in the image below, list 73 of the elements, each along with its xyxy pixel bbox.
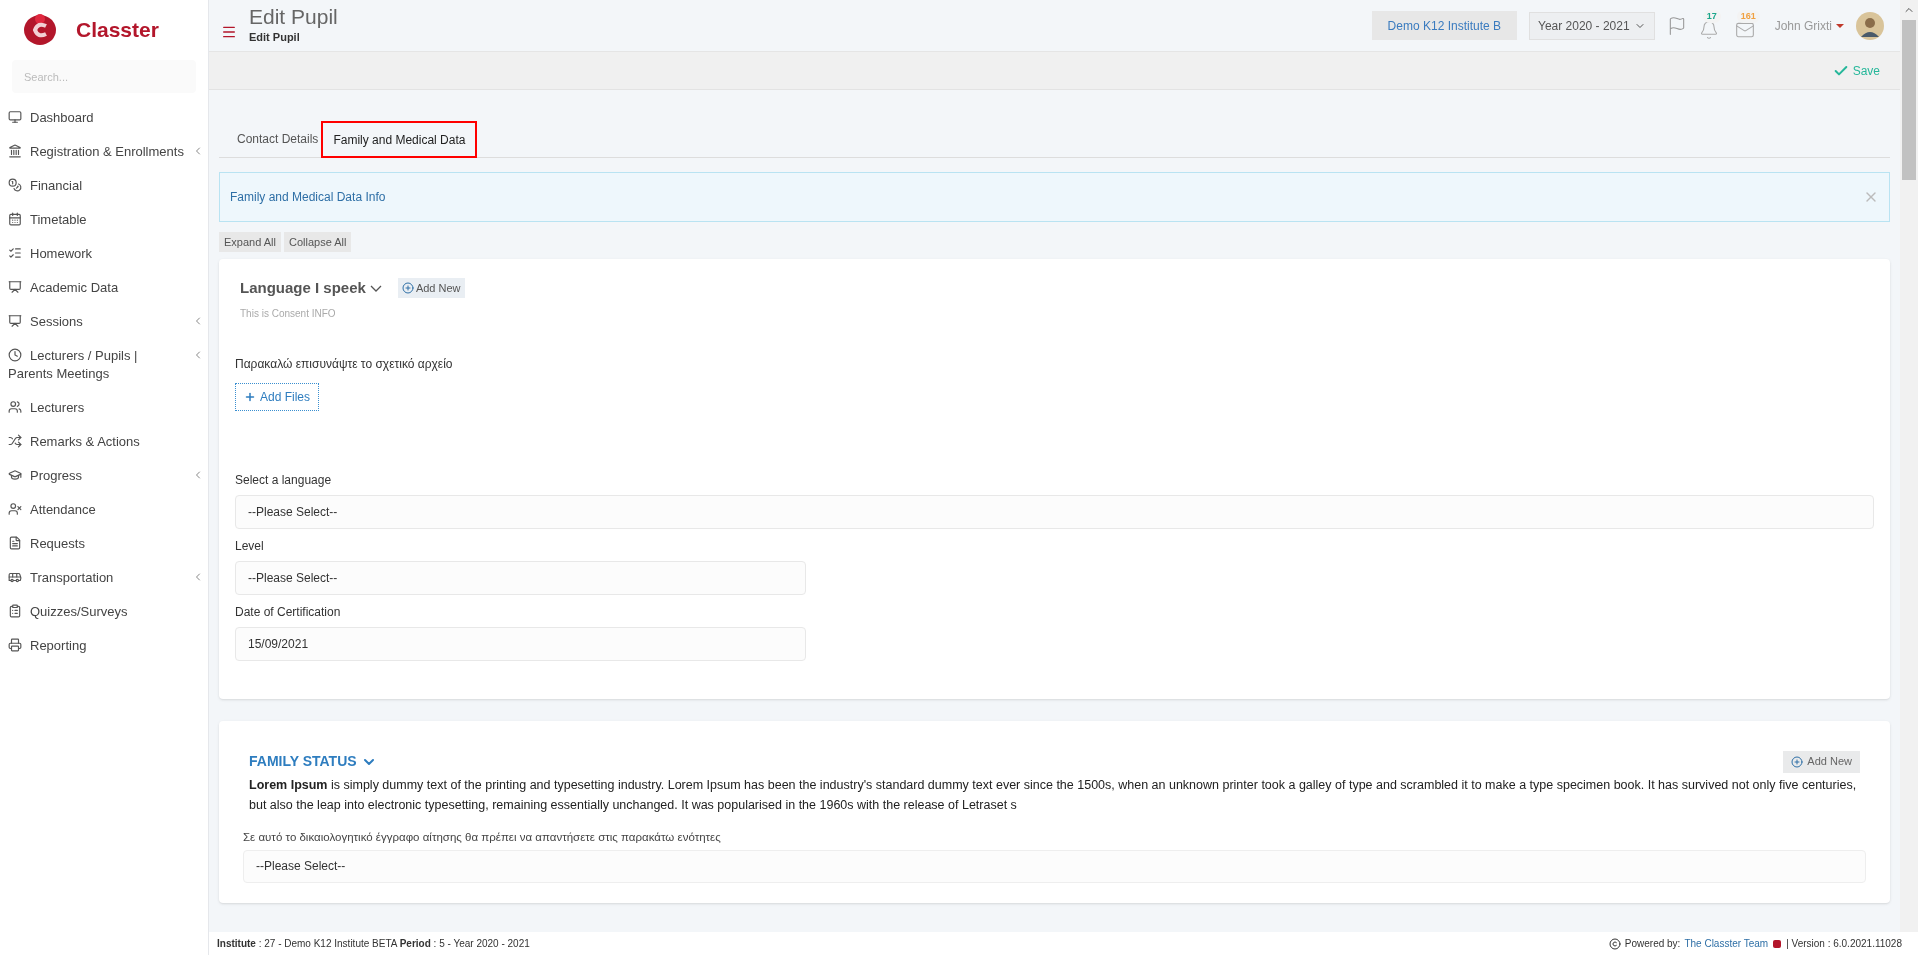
bus-icon bbox=[8, 570, 22, 584]
plus-circle-icon bbox=[401, 282, 414, 295]
sidebar-item[interactable]: Financial bbox=[0, 169, 208, 203]
expand-toggle-button[interactable]: Collapse All bbox=[284, 232, 352, 252]
sidebar-item[interactable]: Timetable bbox=[0, 203, 208, 237]
add-new-button[interactable]: Add New bbox=[1783, 750, 1860, 773]
select-field[interactable]: --Please Select-- bbox=[235, 494, 1874, 529]
section-title[interactable]: FAMILY STATUS bbox=[249, 751, 377, 772]
version-text: | Version : 6.0.2021.11028 bbox=[1786, 937, 1902, 951]
section-subtitle: This is Consent INFO bbox=[239, 306, 337, 321]
message-count: 161 bbox=[1736, 9, 1760, 23]
select-field[interactable]: 15/09/2021 bbox=[235, 626, 806, 661]
logo-icon bbox=[1772, 938, 1783, 949]
tab[interactable]: Contact Details bbox=[227, 120, 322, 157]
sidebar-item[interactable]: Attendance bbox=[0, 493, 208, 527]
sidebar-item[interactable]: Progress bbox=[0, 459, 208, 493]
shuffle-icon bbox=[8, 434, 22, 448]
breadcrumb: Edit Pupil bbox=[249, 30, 301, 46]
description-paragraph: Lorem Ipsum is simply dummy text of the printing and typesetting industry. Lorem Ipsum has been the industry's standard dummy text ever since the 1500s, when an unknown printer took a galley of type and scrambled it to make a type specimen book. It has survived not only five centuries, but also the leap into electronic typesetting, remaining essentially unchanged. It was popularised in the 1960s with the release of Letraset s bbox=[249, 776, 1858, 814]
plus-circle-icon bbox=[1791, 755, 1804, 768]
field-label: Select a language bbox=[235, 471, 333, 489]
institute-button[interactable]: Demo K12 Institute B bbox=[1371, 11, 1517, 40]
sidebar-item[interactable]: Sessions bbox=[0, 305, 208, 339]
bank-icon bbox=[8, 144, 22, 158]
monitor-icon bbox=[8, 110, 22, 124]
bell-icon[interactable] bbox=[1698, 19, 1719, 40]
add-files-button[interactable]: Add Files bbox=[235, 382, 320, 411]
printer-icon bbox=[8, 638, 22, 652]
document-icon bbox=[8, 536, 22, 550]
sidebar-item[interactable]: Quizzes/Surveys bbox=[0, 595, 208, 629]
user-x-icon bbox=[8, 502, 22, 516]
field-label: Σε αυτό το δικαιολογητικό έγγραφο αίτησης θα πρέπει να απαντήσετε στις παρακάτω ενότητες bbox=[243, 829, 722, 845]
coins-icon bbox=[8, 178, 22, 192]
sidebar-item[interactable]: Remarks & Actions bbox=[0, 425, 208, 459]
sidebar-item[interactable]: Transportation bbox=[0, 561, 208, 595]
tab[interactable]: Family and Medical Data bbox=[321, 121, 478, 158]
board-icon bbox=[8, 314, 22, 328]
add-new-button[interactable]: Add New bbox=[397, 278, 465, 299]
sidebar-item[interactable]: Homework bbox=[0, 237, 208, 271]
search-field[interactable]: Search... bbox=[12, 60, 196, 93]
attach-label: Παρακαλώ επισυνάψτε το σχετικό αρχείο bbox=[235, 355, 454, 373]
brand-name: Classter bbox=[76, 17, 159, 44]
clipboard-list-icon bbox=[8, 604, 22, 618]
sidebar-item[interactable]: Lecturers bbox=[0, 391, 208, 425]
copyright-icon bbox=[1608, 937, 1621, 950]
avatar-icon[interactable] bbox=[1856, 11, 1884, 40]
chevron-down-icon bbox=[369, 284, 382, 292]
powered-by-text: Powered by: bbox=[1624, 937, 1681, 951]
plus-icon bbox=[244, 390, 256, 403]
sidebar-item[interactable]: Reporting bbox=[0, 629, 208, 663]
sidebar-item[interactable]: Requests bbox=[0, 527, 208, 561]
sidebar-item[interactable]: Dashboard bbox=[0, 101, 208, 135]
info-text: Family and Medical Data Info bbox=[230, 189, 386, 206]
page-title: Edit Pupil bbox=[249, 5, 338, 30]
sidebar-item[interactable]: Registration & Enrollments bbox=[0, 135, 208, 169]
section-title[interactable]: Language I speek bbox=[240, 277, 382, 300]
notification-count: 17 bbox=[1702, 9, 1721, 23]
status-info: Institute : 27 - Demo K12 Institute BETA Period : 5 - Year 2020 - 2021 bbox=[217, 937, 530, 951]
graduation-cap-icon bbox=[8, 468, 22, 482]
select-field[interactable]: --Please Select-- bbox=[243, 849, 1866, 883]
year-dropdown[interactable]: Year 2020 - 2021 bbox=[1529, 11, 1655, 40]
field-label: Level bbox=[235, 537, 265, 555]
sidebar-item[interactable]: Academic Data bbox=[0, 271, 208, 305]
sidebar-item[interactable]: Lecturers / Pupils | Parents Meetings bbox=[0, 339, 208, 391]
checklist-icon bbox=[8, 246, 22, 260]
select-field[interactable]: --Please Select-- bbox=[235, 560, 806, 595]
scrollbar[interactable] bbox=[1900, 0, 1918, 932]
scrollbar-thumb[interactable] bbox=[1902, 20, 1916, 180]
field-label: Date of Certification bbox=[235, 603, 342, 621]
team-link[interactable]: The Classter Team bbox=[1684, 936, 1769, 951]
expand-toggle-button[interactable]: Expand All bbox=[219, 232, 281, 252]
users-icon bbox=[8, 400, 22, 414]
calendar-icon bbox=[8, 212, 22, 226]
